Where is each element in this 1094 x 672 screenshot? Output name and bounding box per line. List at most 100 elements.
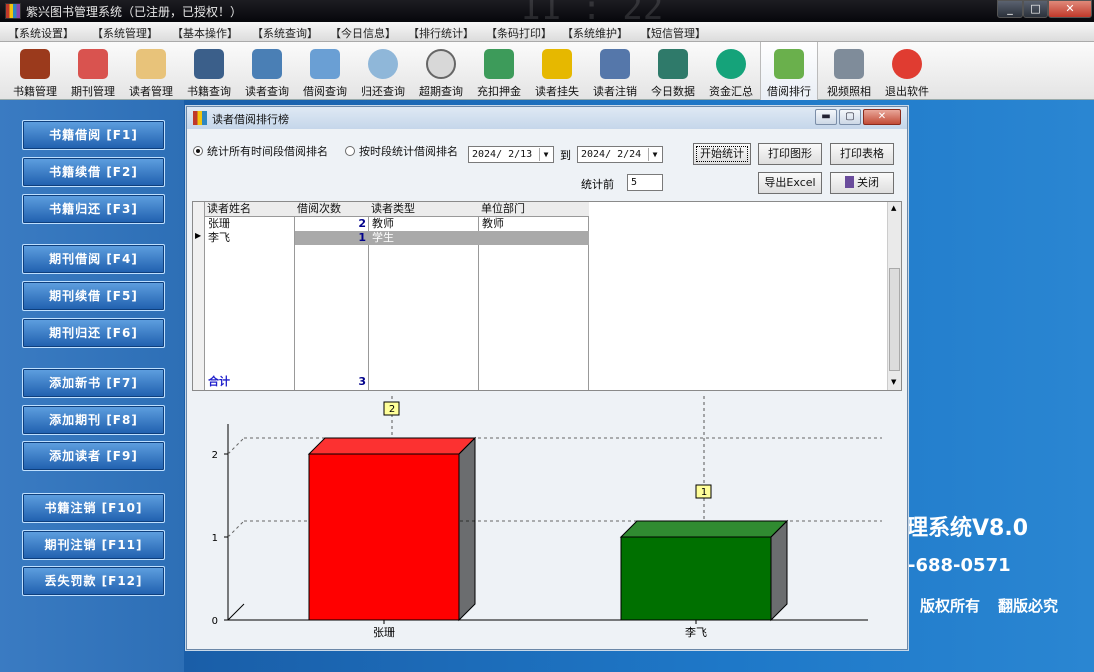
cell-reader-type[interactable]: 教师 xyxy=(369,217,479,231)
door-icon xyxy=(845,176,854,188)
start-stats-button[interactable]: 开始统计 xyxy=(693,143,751,165)
renew-book-button[interactable]: 书籍续借 [F2] xyxy=(22,157,165,187)
close-button[interactable]: ✕ xyxy=(1048,0,1092,18)
menu-system-query[interactable]: 【系统查询】 xyxy=(252,25,318,41)
grid-vertical-scrollbar[interactable]: ▲ ▼ xyxy=(887,202,901,390)
toolbar-reader-query[interactable]: 读者查询 xyxy=(238,42,296,100)
ranking-window-icon xyxy=(193,111,207,125)
radio-all-time[interactable] xyxy=(193,146,203,156)
menu-today-info[interactable]: 【今日信息】 xyxy=(330,25,396,41)
bar-side xyxy=(458,436,476,622)
close-window-button[interactable]: 关闭 xyxy=(830,172,894,194)
reader-card-icon xyxy=(136,49,166,79)
ranking-grid[interactable]: ▶ 读者姓名 借阅次数 读者类型 单位部门 张珊 2 教师 教师 李飞 1 学生… xyxy=(192,201,902,391)
top-n-input[interactable]: 5 xyxy=(627,174,663,191)
toolbar-label: 超期查询 xyxy=(419,85,463,98)
print-table-button[interactable]: 打印表格 xyxy=(830,143,894,165)
toolbar-book-query[interactable]: 书籍查询 xyxy=(180,42,238,100)
toolbar-funds-summary[interactable]: 资金汇总 xyxy=(702,42,760,100)
cell-reader-name[interactable]: 张珊 xyxy=(205,217,295,231)
cell-borrow-count[interactable]: 1 xyxy=(295,231,369,245)
window-search-icon xyxy=(310,49,340,79)
toolbar-reader-cancel[interactable]: 读者注销 xyxy=(586,42,644,100)
grid-line xyxy=(227,437,245,455)
return-periodical-button[interactable]: 期刊归还 [F6] xyxy=(22,318,165,348)
cell-department[interactable]: 教师 xyxy=(479,217,589,231)
toolbar-label: 读者挂失 xyxy=(535,85,579,98)
deposit-icon xyxy=(484,49,514,79)
menu-ranking-stats[interactable]: 【排行统计】 xyxy=(408,25,474,41)
maximize-button[interactable]: □ xyxy=(1023,0,1048,18)
magazine-icon xyxy=(78,49,108,79)
header-reader-name[interactable]: 读者姓名 xyxy=(205,202,295,217)
cell-reader-type[interactable]: 学生 xyxy=(369,231,479,245)
depth-axis-line xyxy=(227,603,245,621)
toolbar-video-photo[interactable]: 视频照相 xyxy=(820,42,878,100)
yen-icon xyxy=(716,49,746,79)
toolbar-borrow-ranking[interactable]: 借阅排行 xyxy=(760,42,818,100)
toolbar-borrow-query[interactable]: 借阅查询 xyxy=(296,42,354,100)
toolbar-label: 借阅排行 xyxy=(767,85,811,98)
renew-periodical-button[interactable]: 期刊续借 [F5] xyxy=(22,281,165,311)
cell-borrow-count[interactable]: 2 xyxy=(295,217,369,231)
menu-barcode-print[interactable]: 【条码打印】 xyxy=(486,25,552,41)
scroll-up-icon[interactable]: ▲ xyxy=(891,204,896,212)
scroll-thumb[interactable] xyxy=(889,268,900,371)
clock-icon xyxy=(426,49,456,79)
add-reader-button[interactable]: 添加读者 [F9] xyxy=(22,441,165,471)
radio-date-range[interactable] xyxy=(345,146,355,156)
toolbar-periodical-management[interactable]: 期刊管理 xyxy=(64,42,122,100)
grid-line xyxy=(227,520,245,538)
toolbar-reader-management[interactable]: 读者管理 xyxy=(122,42,180,100)
camera-icon xyxy=(834,49,864,79)
toolbar-reader-report-loss[interactable]: 读者挂失 xyxy=(528,42,586,100)
add-book-button[interactable]: 添加新书 [F7] xyxy=(22,368,165,398)
scroll-down-icon[interactable]: ▼ xyxy=(891,378,896,386)
menu-sms-management[interactable]: 【短信管理】 xyxy=(640,25,706,41)
export-excel-button[interactable]: 导出Excel xyxy=(758,172,822,194)
toolbar-overdue-query[interactable]: 超期查询 xyxy=(412,42,470,100)
date-to-picker[interactable]: 2024/ 2/24 ▼ xyxy=(577,146,663,163)
header-borrow-count[interactable]: 借阅次数 xyxy=(295,202,369,217)
minimize-button[interactable]: _ xyxy=(997,0,1023,18)
app-icon xyxy=(5,3,21,19)
date-from-dropdown-icon[interactable]: ▼ xyxy=(539,148,552,161)
toolbar-label: 今日数据 xyxy=(651,85,695,98)
ranking-close-button[interactable]: ✕ xyxy=(863,109,901,125)
title-bar: 紫兴图书管理系统（已注册，已授权！） 11 : 22 _ □ ✕ xyxy=(0,0,1094,28)
print-chart-button[interactable]: 打印图形 xyxy=(758,143,822,165)
menu-basic-operations[interactable]: 【基本操作】 xyxy=(172,25,238,41)
toolbar-deposit[interactable]: 充扣押金 xyxy=(470,42,528,100)
date-to-dropdown-icon[interactable]: ▼ xyxy=(648,148,661,161)
cancel-periodical-button[interactable]: 期刊注销 [F11] xyxy=(22,530,165,560)
header-department[interactable]: 单位部门 xyxy=(479,202,589,217)
header-reader-type[interactable]: 读者类型 xyxy=(369,202,479,217)
toolbar-return-query[interactable]: 归还查询 xyxy=(354,42,412,100)
toolbar-exit[interactable]: 退出软件 xyxy=(878,42,936,100)
books-icon xyxy=(20,49,50,79)
menu-system-maintenance[interactable]: 【系统维护】 xyxy=(562,25,628,41)
return-book-button[interactable]: 书籍归还 [F3] xyxy=(22,194,165,224)
toolbar-book-management[interactable]: 书籍管理 xyxy=(6,42,64,100)
option-row: 统计所有时间段借阅排名 按时段统计借阅排名 xyxy=(193,143,458,159)
toolbar-today-data[interactable]: 今日数据 xyxy=(644,42,702,100)
add-periodical-button[interactable]: 添加期刊 [F8] xyxy=(22,405,165,435)
ranking-maximize-button[interactable]: ▢ xyxy=(839,109,861,125)
y-tick-label: 0 xyxy=(212,616,218,627)
exit-icon xyxy=(892,49,922,79)
borrow-book-button[interactable]: 书籍借阅 [F1] xyxy=(22,120,165,150)
total-value: 3 xyxy=(358,375,366,388)
borrow-periodical-button[interactable]: 期刊借阅 [F4] xyxy=(22,244,165,274)
cell-department[interactable] xyxy=(479,231,589,245)
toolbar: 书籍管理 期刊管理 读者管理 书籍查询 读者查询 借阅查询 归还查询 超期查询 … xyxy=(0,42,1094,100)
cell-reader-name[interactable]: 李飞 xyxy=(205,231,295,245)
menu-system-management[interactable]: 【系统管理】 xyxy=(92,25,158,41)
menu-system-settings[interactable]: 【系统设置】 xyxy=(8,25,74,41)
cancel-book-button[interactable]: 书籍注销 [F10] xyxy=(22,493,165,523)
ranking-minimize-button[interactable]: ▬ xyxy=(815,109,837,125)
radio-date-range-label: 按时段统计借阅排名 xyxy=(359,145,458,158)
date-from-picker[interactable]: 2024/ 2/13 ▼ xyxy=(468,146,554,163)
bar-side xyxy=(770,519,788,622)
bar-front xyxy=(620,536,772,621)
loss-fine-button[interactable]: 丢失罚款 [F12] xyxy=(22,566,165,596)
